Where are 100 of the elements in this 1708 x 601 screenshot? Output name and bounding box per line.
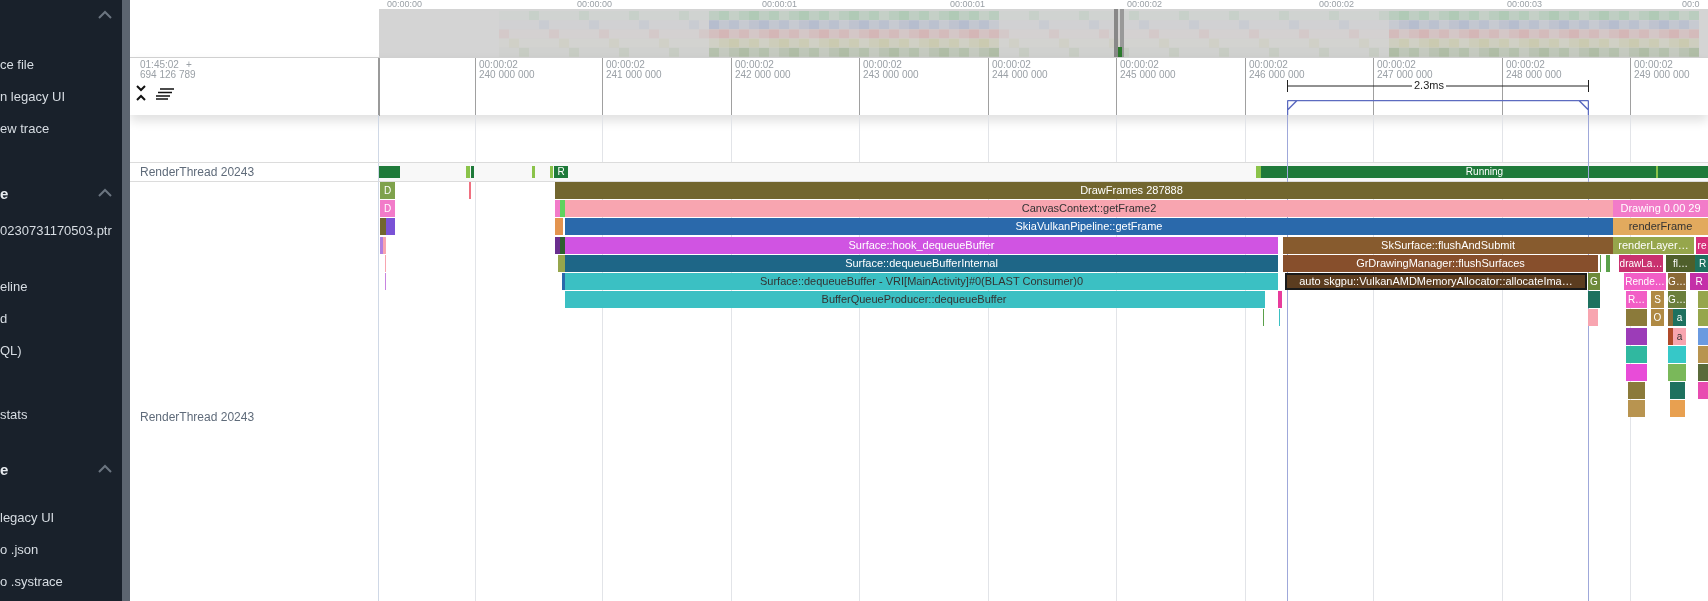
trace-slice (1588, 309, 1598, 326)
thread-state-bar (1256, 166, 1261, 178)
trace-slice[interactable]: O (1651, 309, 1664, 326)
tick-ns: 246 000 000 (1249, 69, 1305, 80)
tick-time: 00:00:02 (479, 59, 518, 70)
tick-time: 00:00:02 (1120, 59, 1159, 70)
trace-slice (1698, 364, 1708, 381)
trace-slice (1626, 309, 1647, 326)
sidebar-item[interactable]: eline (0, 279, 28, 293)
overview-tick-label: 00:00:00 (387, 0, 423, 9)
tick-ns: 249 000 000 (1634, 69, 1690, 80)
trace-slice[interactable]: re (1696, 237, 1708, 254)
trace-slice[interactable]: G (1588, 273, 1600, 290)
thread-state-bar (379, 166, 400, 178)
tick-time: 00:00:02 (992, 59, 1031, 70)
trace-slice (1626, 364, 1647, 381)
trace-slice[interactable]: DrawFrames 287888 (555, 182, 1708, 199)
measurement-label: 2.3ms (1412, 79, 1446, 92)
sidebar-item[interactable]: n legacy UI (0, 89, 66, 103)
tick-ns: 247 000 000 (1377, 69, 1433, 80)
tick-ns: 240 000 000 (479, 69, 535, 80)
trace-slice[interactable]: G… (1668, 273, 1686, 290)
overview-tick-label: 00:00:01 (950, 0, 986, 9)
trace-slice (1628, 382, 1645, 399)
trace-slice[interactable]: Surface::dequeueBuffer - VRI[MainActivity]#0(BLAST Consumer)0 (565, 273, 1278, 290)
track-name: RenderThread 20243 (140, 410, 255, 424)
trace-slice (1668, 364, 1686, 381)
overview-tick-label: 00:00:01 (762, 0, 798, 9)
trace-slice (1698, 291, 1708, 308)
trace-slice[interactable]: drawLa… (1619, 255, 1663, 272)
sidebar-item[interactable]: stats (0, 407, 28, 421)
collapse-icon[interactable] (136, 85, 146, 101)
tick-ns: 242 000 000 (735, 69, 791, 80)
tick-ns: 244 000 000 (992, 69, 1048, 80)
overview-tick-label: 00:0 (1682, 0, 1700, 9)
track-name: RenderThread 20243 (140, 165, 255, 179)
tick-time: 00:00:02 (1506, 59, 1545, 70)
sidebar-item[interactable]: QL) (0, 343, 22, 357)
sidebar-item[interactable]: o .systrace (0, 574, 63, 588)
trace-slice[interactable]: R (1690, 273, 1708, 290)
origin-plus: + (186, 59, 192, 70)
trace-slice (1668, 309, 1673, 326)
trace-slice (1698, 309, 1708, 326)
section-title[interactable]: e (0, 461, 9, 477)
tick-ns: 243 000 000 (863, 69, 919, 80)
overview-tick-label: 00:00:03 (1507, 0, 1543, 9)
tick-time: 00:00:02 (735, 59, 774, 70)
trace-slice[interactable]: fl… (1666, 255, 1695, 272)
trace-slice[interactable]: a (1673, 328, 1686, 345)
origin-time: 01:45:02 (140, 59, 179, 70)
trace-slice[interactable]: Surface::dequeueBufferInternal (565, 255, 1278, 272)
thread-state-bar: R (554, 166, 568, 178)
sort-lines-icon[interactable] (156, 88, 174, 100)
tick-time: 00:00:02 (606, 59, 645, 70)
thread-state-bar: Running (1261, 166, 1708, 178)
trace-slice (1626, 346, 1647, 363)
sidebar-scrollbar[interactable] (122, 0, 130, 601)
trace-slice[interactable]: auto skgpu::VulkanAMDMemoryAllocator::allocateIma… (1285, 273, 1587, 290)
trace-slice[interactable]: G… (1668, 291, 1686, 308)
sidebar-item[interactable]: ew trace (0, 121, 50, 135)
tick-ns: 248 000 000 (1506, 69, 1562, 80)
sidebar-item[interactable]: o .json (0, 542, 39, 556)
section-title[interactable]: e (0, 185, 9, 201)
sidebar-item[interactable]: legacy UI (0, 510, 55, 524)
sidebar-item[interactable]: d (0, 311, 8, 325)
overview-tick-label: 00:00:02 (1127, 0, 1163, 9)
trace-slice (1626, 328, 1647, 345)
trace-slice[interactable]: Surface::hook_dequeueBuffer (565, 237, 1278, 254)
trace-slice[interactable]: renderFrame (1613, 218, 1708, 235)
thread-state-bar (532, 166, 535, 178)
trace-slice (1606, 255, 1610, 272)
trace-slice (1698, 346, 1708, 363)
tick-time: 00:00:02 (1377, 59, 1416, 70)
tick-time: 00:00:02 (1634, 59, 1673, 70)
thread-state-bar (550, 166, 553, 178)
chevron-up-icon[interactable] (98, 188, 112, 197)
trace-slice (1670, 382, 1685, 399)
tick-time: 00:00:02 (863, 59, 902, 70)
trace-slice[interactable]: SkSurface::flushAndSubmit (1283, 237, 1613, 254)
tick-ns: 241 000 000 (606, 69, 662, 80)
origin-offset: 694 126 789 (140, 69, 196, 80)
trace-slice (1588, 291, 1600, 308)
trace-slice[interactable]: a (1673, 309, 1686, 326)
trace-slice[interactable]: S (1651, 291, 1664, 308)
trace-slice (1628, 400, 1645, 417)
trace-slice (1670, 400, 1685, 417)
trace-slice (1698, 328, 1708, 345)
tick-time: 00:00:02 (1249, 59, 1288, 70)
trace-slice[interactable]: CanvasContext::getFrame2 (565, 200, 1613, 217)
tick-ns: 245 000 000 (1120, 69, 1176, 80)
sidebar-item[interactable]: 0230731170503.ptr (0, 223, 112, 237)
trace-slice[interactable]: SkiaVulkanPipeline::getFrame (565, 218, 1613, 235)
chevron-up-icon[interactable] (98, 464, 112, 473)
sidebar-item[interactable]: ce file (0, 57, 34, 71)
trace-slice[interactable]: GrDrawingManager::flushSurfaces (1283, 255, 1598, 272)
trace-slice[interactable]: BufferQueueProducer::dequeueBuffer (565, 291, 1263, 308)
trace-slice (1698, 382, 1708, 399)
chevron-up-icon[interactable] (98, 10, 112, 19)
overview-tick-label: 00:00:02 (1319, 0, 1355, 9)
overview-tick-label: 00:00:00 (577, 0, 613, 9)
